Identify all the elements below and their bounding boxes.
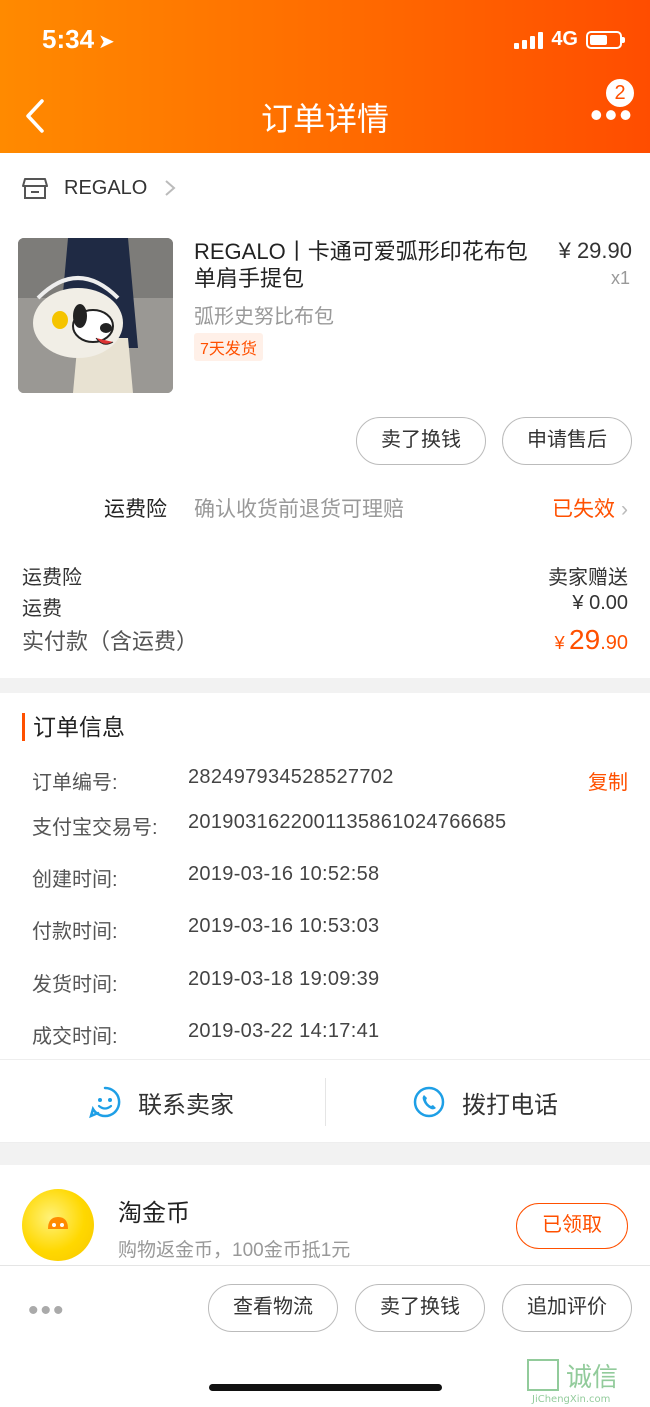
chat-face-icon (89, 1086, 121, 1119)
completed-time: 2019-03-22 14:17:41 (188, 1020, 380, 1042)
fee-row: 运费险 卖家赠送 (22, 561, 628, 590)
paid-time: 2019-03-16 10:53:03 (188, 915, 380, 937)
created-time: 2019-03-16 10:52:58 (188, 863, 380, 885)
home-indicator (209, 1384, 442, 1391)
info-label: 付款时间: (32, 921, 118, 943)
contact-row: 联系卖家 拨打电话 (0, 1059, 650, 1143)
paid-integer: 29 (569, 624, 601, 655)
info-label: 成交时间: (32, 1026, 118, 1048)
taobao-coin-card: 淘金币 购物返金币，100金币抵1元 已领取 (0, 1165, 650, 1265)
page-title: 订单详情 (260, 101, 389, 137)
insurance-label: 运费险 (104, 498, 167, 521)
battery-icon (586, 30, 625, 49)
coin-claimed-button[interactable]: 已领取 (516, 1203, 628, 1249)
paid-row: 实付款（含运费） ¥ 29.90 (22, 624, 628, 656)
status-time-text: 5:34 (42, 24, 95, 54)
view-logistics-button[interactable]: 查看物流 (208, 1284, 338, 1332)
chevron-right-icon: › (621, 498, 628, 521)
info-label: 创建时间: (32, 869, 118, 891)
coin-description: 购物返金币，100金币抵1元 (118, 1240, 351, 1261)
contact-seller-button[interactable]: 联系卖家 (88, 1060, 234, 1144)
chevron-right-icon (165, 180, 176, 196)
alipay-trade-number: 2019031622001135861024766685 (188, 811, 507, 833)
insurance-status-text: 已失效 (552, 498, 615, 521)
sell-button[interactable]: 卖了换钱 (356, 417, 486, 465)
after-sale-button[interactable]: 申请售后 (502, 417, 632, 465)
paid-amount: ¥ 29.90 (555, 624, 628, 656)
contact-seller-label: 联系卖家 (138, 1091, 234, 1119)
fee-value: 卖家赠送 (548, 567, 628, 589)
phone-icon (413, 1086, 445, 1118)
sell-bottom-button[interactable]: 卖了换钱 (355, 1284, 485, 1332)
product-title[interactable]: REGALO丨卡通可爱弧形印花布包单肩手提包 (194, 238, 539, 292)
fee-label: 运费 (22, 598, 62, 620)
product-image[interactable] (18, 238, 173, 393)
shop-icon (22, 178, 48, 199)
currency-symbol: ¥ (554, 633, 565, 653)
watermark-logo: 诚信 JiChengXin.com (526, 1356, 644, 1406)
add-review-button[interactable]: 追加评价 (502, 1284, 632, 1332)
call-phone-button[interactable]: 拨打电话 (412, 1060, 558, 1144)
info-label: 支付宝交易号: (32, 817, 158, 839)
info-label: 发货时间: (32, 974, 118, 996)
fee-value: ¥ 0.00 (572, 592, 628, 614)
insurance-status[interactable]: 已失效 › (552, 493, 628, 523)
product-photo (18, 238, 173, 393)
divider (325, 1078, 326, 1126)
more-dots-icon: ••• (590, 94, 634, 135)
svg-text:诚信: 诚信 (566, 1363, 618, 1393)
shop-name: REGALO (64, 176, 148, 199)
paid-decimal: .90 (600, 632, 628, 654)
paid-label: 实付款（含运费） (22, 629, 199, 654)
product-quantity: x1 (610, 268, 630, 288)
svg-text:JiChengXin.com: JiChengXin.com (531, 1394, 610, 1405)
fee-row: 运费 ¥ 0.00 (22, 592, 628, 621)
order-info-title: 订单信息 (22, 713, 125, 741)
coin-title: 淘金币 (118, 1200, 190, 1227)
more-actions-button[interactable]: ••• (28, 1294, 66, 1328)
order-number: 282497934528527702 (188, 766, 394, 788)
copy-button[interactable]: 复制 (588, 766, 628, 795)
location-arrow-icon: ➤ (98, 31, 115, 53)
message-badge: 2 (604, 77, 636, 109)
insurance-description: 确认收货前退货可理赔 (194, 498, 404, 521)
info-label: 订单编号: (32, 772, 118, 794)
shipping-tag: 7天发货 (194, 333, 263, 361)
coin-icon (22, 1189, 94, 1261)
fee-label: 运费险 (22, 567, 82, 589)
network-label: 4G (551, 28, 578, 50)
coin-face-icon (48, 1217, 68, 1229)
product-price: ¥ 29.90 (558, 238, 632, 263)
status-indicators: 4G (514, 28, 625, 51)
shop-row[interactable]: REGALO (22, 176, 177, 200)
status-time: 5:34 ➤ (42, 24, 115, 55)
signal-icon (514, 31, 544, 49)
product-sku: 弧形史努比布包 (194, 306, 334, 328)
shipped-time: 2019-03-18 19:09:39 (188, 968, 380, 990)
app-header: 5:34 ➤ 4G 订单详情 ••• 2 (0, 0, 650, 153)
call-phone-label: 拨打电话 (462, 1091, 558, 1119)
